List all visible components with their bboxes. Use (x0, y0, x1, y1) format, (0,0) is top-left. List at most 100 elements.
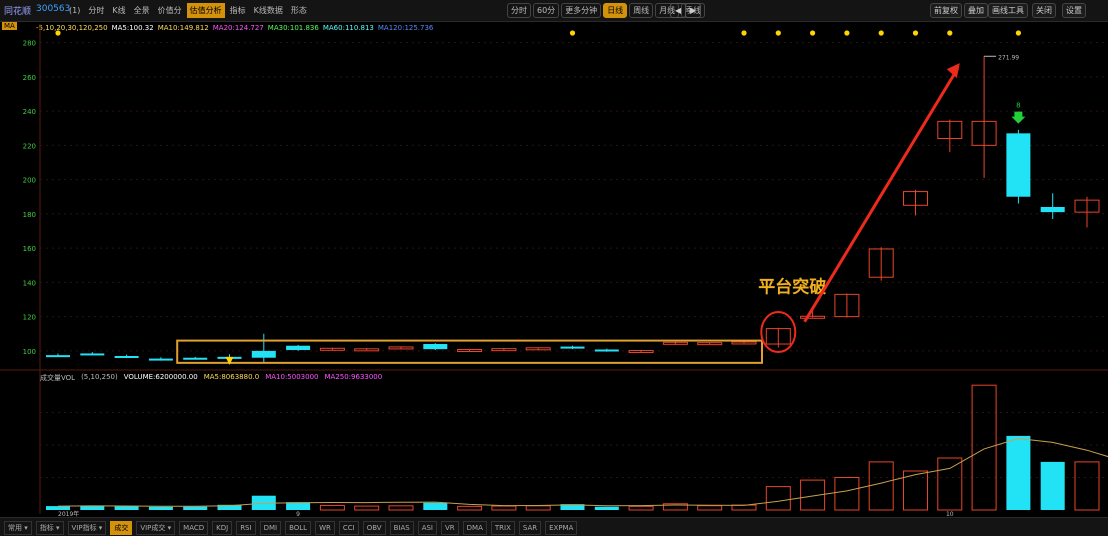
top-toolbar: 同花顺 300563 (1) 分时 K线 全景 价值分 估值分析 指标 K线数据 形态 分时 60… (0, 0, 1108, 22)
indicator-tab-7[interactable]: RSI (236, 521, 256, 535)
price-tick-label: 280 (23, 40, 36, 48)
candle-body (560, 346, 585, 349)
candle-body (46, 355, 70, 358)
settings-button[interactable]: 设置 (1062, 3, 1086, 18)
indicator-tab-6[interactable]: KDJ (212, 521, 233, 535)
indicator-tab-19[interactable]: EXPMA (545, 521, 578, 535)
volume-legend: 成交量VOL (5,10,250) VOLUME:6200000.00 MA5:806… (40, 373, 382, 383)
event-marker-dot (569, 30, 576, 36)
bottom-indicator-bar: 常用 ▾ 指标 ▾ VIP指标 ▾ 成交 VIP成交 ▾ MACD KDJ RSI DMI BOL… (0, 517, 1108, 536)
tab-0[interactable]: (1) (66, 3, 83, 18)
tab-4[interactable]: 价值分 (155, 3, 185, 18)
indicator-tab-11[interactable]: CCI (338, 521, 359, 535)
tab-7[interactable]: K线数据 (251, 3, 286, 18)
tab-1[interactable]: 分时 (85, 3, 107, 18)
indicator-tab-5[interactable]: MACD (179, 521, 209, 535)
candle-body (1006, 133, 1031, 197)
volume-bar (1006, 435, 1031, 510)
indicator-tab-10[interactable]: WR (315, 521, 335, 535)
period-tab-1[interactable]: 60分 (533, 3, 560, 18)
indicator-tab-1[interactable]: 指标 ▾ (35, 521, 64, 535)
price-tick-label: 160 (23, 245, 36, 253)
indicator-tab-12[interactable]: OBV (362, 521, 386, 535)
candle-body (148, 358, 173, 361)
price-tick-label: 240 (23, 108, 36, 116)
trend-arrow-line (803, 67, 960, 323)
volume-bar (697, 505, 723, 511)
volume-bar (594, 506, 619, 510)
volume-bar (148, 506, 173, 510)
period-tab-2[interactable]: 更多分钟 (561, 3, 602, 18)
tab-2[interactable]: K线 (109, 3, 128, 18)
overlay-button[interactable]: 叠加 (964, 3, 988, 18)
volume-legend-item: MA250:9633000 (324, 373, 383, 381)
breakout-label: 平台突破 (758, 277, 826, 298)
event-marker-dot (878, 30, 884, 36)
indicator-tab-15[interactable]: VR (441, 521, 459, 535)
volume-bar (491, 505, 517, 511)
volume-bar (319, 504, 345, 511)
indicator-tab-17[interactable]: TRIX (490, 521, 515, 535)
indicator-tab-0[interactable]: 常用 ▾ (4, 521, 32, 535)
candle-body (251, 350, 276, 358)
drawing-tool-button[interactable]: 画线工具 (988, 3, 1028, 18)
indicator-tab-14[interactable]: ASI (417, 521, 437, 535)
period-tab-4[interactable]: 周线 (629, 3, 654, 18)
prev-arrow-icon[interactable]: ◀ (670, 3, 687, 18)
volume-legend-item: 成交量VOL (40, 374, 76, 382)
volume-bar (868, 461, 894, 511)
tab-3[interactable]: 全景 (131, 3, 153, 18)
volume-bar (1074, 461, 1100, 511)
volume-bar (457, 505, 483, 511)
event-marker-dot (810, 30, 816, 36)
candle-body (594, 349, 619, 352)
view-tabs: (1) 分时 K线 全景 价值分 估值分析 指标 K线数据 形态 (66, 3, 310, 18)
indicator-tab-16[interactable]: DMA (462, 521, 487, 535)
close-button[interactable]: 关闭 (1032, 3, 1056, 18)
tab-6[interactable]: 指标 (227, 3, 249, 18)
price-tick-label: 180 (23, 211, 36, 219)
candle-body (1040, 206, 1065, 213)
volume-bar (183, 506, 208, 510)
price-tick-label: 120 (23, 314, 36, 322)
indicator-tab-2[interactable]: VIP指标 ▾ (67, 521, 107, 535)
next-arrow-icon[interactable]: ▶ (685, 3, 702, 18)
x-tick-label: 2019年 (58, 510, 79, 517)
adjust-select[interactable]: 前复权 (930, 3, 962, 18)
volume-legend-item: VOLUME:6200000.00 (123, 373, 198, 381)
volume-legend-item: MA5:8063880.0 (203, 373, 260, 381)
app-title: 同花顺 (4, 7, 32, 17)
volume-bar (937, 457, 963, 511)
indicator-tab-13[interactable]: BIAS (389, 521, 414, 535)
period-tab-0[interactable]: 分时 (507, 3, 531, 18)
price-tick-label: 200 (23, 177, 36, 185)
candle-body (80, 353, 105, 356)
candle-body (423, 344, 448, 350)
volume-bar (286, 502, 311, 510)
price-tick-label: 100 (23, 348, 36, 356)
volume-bar (971, 384, 997, 511)
event-marker-dot (55, 30, 61, 36)
event-marker-dot (775, 30, 781, 36)
volume-bar (525, 505, 551, 511)
indicator-tab-8[interactable]: DMI (259, 521, 282, 535)
indicator-tab-18[interactable]: SAR (518, 521, 542, 535)
volume-ma-line (57, 437, 1108, 507)
event-marker-dot (741, 30, 747, 36)
price-tick-label: 260 (23, 74, 36, 82)
indicator-tab-4[interactable]: VIP成交 ▾ (136, 521, 176, 535)
event-marker-dot (1015, 30, 1022, 36)
volume-bar (628, 505, 654, 511)
tab-5[interactable]: 估值分析 (186, 3, 225, 18)
signal-label: 8 (1016, 102, 1020, 110)
price-tick-label: 220 (23, 142, 36, 150)
candle-body (286, 345, 311, 351)
period-tab-3[interactable]: 日线 (603, 3, 628, 18)
volume-bar (354, 505, 380, 511)
indicator-tab-3[interactable]: 成交 (110, 521, 133, 535)
volume-bar (388, 505, 414, 511)
volume-bar (46, 506, 70, 510)
indicator-tab-9[interactable]: BOLL (285, 521, 312, 535)
tab-8[interactable]: 形态 (288, 3, 310, 18)
kline-chart[interactable]: 100 120 140 160 180 200 220 240 260 280 平台突破 271.9… (0, 22, 1108, 517)
